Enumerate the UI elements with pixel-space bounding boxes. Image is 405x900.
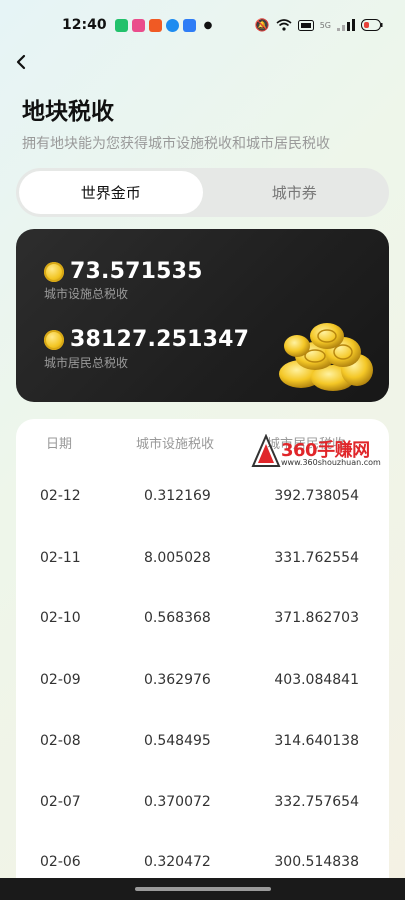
facility-tax-row: 73.571535 <box>44 259 203 284</box>
row-date: 02-07 <box>40 794 81 810</box>
blue-app-icon-2 <box>182 18 196 32</box>
table-row: 02-08 0.548495 314.640138 <box>16 733 389 755</box>
watermark-url: www.360shouzhuan.com <box>281 458 381 467</box>
row-resident-tax: 403.084841 <box>274 672 359 688</box>
orange-app-icon <box>148 18 162 32</box>
tax-summary-card: 73.571535 城市设施总税收 38127.251347 城市居民总税收 <box>16 229 389 402</box>
row-date: 02-12 <box>40 488 81 504</box>
pink-app-icon <box>131 18 145 32</box>
blue-app-icon <box>165 18 179 32</box>
more-notifications-dot: ● <box>203 19 213 31</box>
row-resident-tax: 332.757654 <box>274 794 359 810</box>
facility-tax-label: 城市设施总税收 <box>44 287 129 301</box>
row-date: 02-06 <box>40 854 81 870</box>
row-facility-tax: 0.362976 <box>144 672 211 688</box>
status-right: 🔕 5G <box>255 18 383 32</box>
table-row: 02-11 8.005028 331.762554 <box>16 550 389 572</box>
notification-icons: ● <box>114 18 213 32</box>
table-row: 02-07 0.370072 332.757654 <box>16 794 389 816</box>
row-date: 02-09 <box>40 672 81 688</box>
signal-icon <box>337 19 355 31</box>
header-facility-tax: 城市设施税收 <box>136 437 215 452</box>
mute-icon: 🔕 <box>254 18 270 32</box>
table-row: 02-06 0.320472 300.514838 <box>16 854 389 876</box>
tab-city-coupons[interactable]: 城市券 <box>203 171 387 214</box>
row-resident-tax: 392.738054 <box>274 488 359 504</box>
header-date: 日期 <box>46 437 73 452</box>
wifi-icon <box>276 19 292 31</box>
battery-saver-icon <box>297 19 314 31</box>
row-resident-tax: 300.514838 <box>274 854 359 870</box>
row-date: 02-10 <box>40 610 81 626</box>
green-app-icon <box>114 18 128 32</box>
row-resident-tax: 371.862703 <box>274 610 359 626</box>
row-date: 02-11 <box>40 550 81 566</box>
row-facility-tax: 0.370072 <box>144 794 211 810</box>
resident-tax-total: 38127.251347 <box>70 327 250 352</box>
row-facility-tax: 0.320472 <box>144 854 211 870</box>
status-time: 12:40 <box>62 17 107 33</box>
watermark-logo-icon <box>251 434 281 467</box>
table-row: 02-10 0.568368 371.862703 <box>16 610 389 632</box>
chevron-left-icon <box>16 54 26 70</box>
row-facility-tax: 0.312169 <box>144 488 211 504</box>
status-bar: 12:40 ● 🔕 5G <box>0 0 405 50</box>
row-facility-tax: 0.568368 <box>144 610 211 626</box>
currency-tabs: 世界金币 城市券 <box>16 168 389 217</box>
row-resident-tax: 331.762554 <box>274 550 359 566</box>
watermark: 360手赚网 www.360shouzhuan.com <box>251 434 391 470</box>
table-row: 02-09 0.362976 403.084841 <box>16 672 389 694</box>
coin-pile-icon <box>279 323 373 391</box>
battery-icon <box>361 19 383 31</box>
resident-tax-row: 38127.251347 <box>44 327 249 352</box>
page-title: 地块税收 <box>22 99 114 125</box>
tax-history-table: 日期 城市设施税收 城市居民税收 02-12 0.312169 392.7380… <box>16 419 389 900</box>
home-indicator[interactable] <box>134 887 271 891</box>
page-subtitle: 拥有地块能为您获得城市设施税收和城市居民税收 <box>22 136 330 152</box>
tab-world-coins[interactable]: 世界金币 <box>19 171 203 214</box>
row-resident-tax: 314.640138 <box>274 733 359 749</box>
facility-tax-total: 73.571535 <box>70 259 203 284</box>
row-facility-tax: 8.005028 <box>144 550 211 566</box>
table-row: 02-12 0.312169 392.738054 <box>16 488 389 510</box>
home-indicator-bar <box>0 878 405 900</box>
gold-coin-icon <box>44 261 64 282</box>
network-label: 5G <box>319 20 331 30</box>
gold-coin-icon <box>44 329 64 350</box>
row-date: 02-08 <box>40 733 81 749</box>
row-facility-tax: 0.548495 <box>144 733 211 749</box>
back-button[interactable] <box>14 52 34 76</box>
resident-tax-label: 城市居民总税收 <box>44 356 129 370</box>
